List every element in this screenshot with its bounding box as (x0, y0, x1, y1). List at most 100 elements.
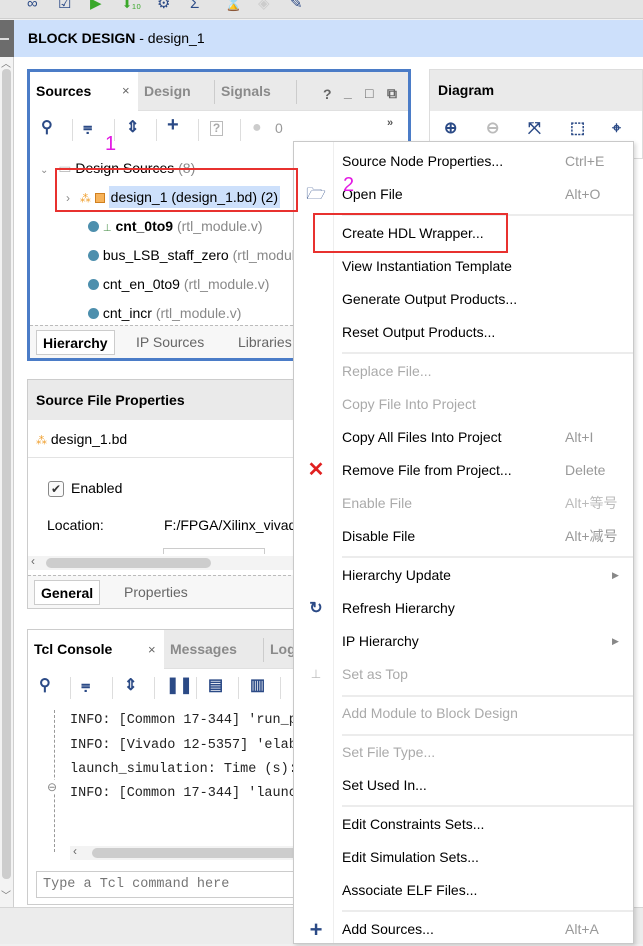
add-icon[interactable]: + (167, 115, 179, 135)
search-icon[interactable]: ⚲ (41, 119, 53, 137)
scroll-left-icon[interactable]: ‹ (31, 554, 35, 568)
tab-label: Log (270, 641, 296, 657)
vertical-scrollbar[interactable]: ︿ ﹀ (0, 57, 14, 907)
zoom-in-icon[interactable]: ⊕ (444, 120, 457, 138)
search-icon[interactable]: ⚲ (39, 677, 51, 695)
help-doc-icon[interactable]: ? (210, 121, 223, 136)
menu-item-copy-all-files[interactable]: Copy All Files Into Project Alt+I (294, 421, 633, 454)
close-icon[interactable]: × (122, 72, 130, 110)
menu-item-edit-simulation-sets[interactable]: Edit Simulation Sets... (294, 841, 633, 874)
menu-label: Set File Type... (342, 744, 436, 760)
menu-label: Replace File... (342, 363, 432, 379)
tab-libraries[interactable]: Libraries (232, 330, 298, 355)
tab-hierarchy[interactable]: Hierarchy (36, 330, 115, 355)
properties-bottom-tabs: General Properties (28, 575, 316, 608)
checklist-icon[interactable]: ☑ (58, 0, 71, 12)
menu-item-add-sources[interactable]: + Add Sources... Alt+A (294, 913, 633, 946)
menu-item-set-used-in[interactable]: Set Used In... (294, 769, 633, 802)
close-icon[interactable]: × (148, 631, 156, 669)
main-toolbar: ∞ ☑ ▶ ⬇₁₀ ⚙ Σ ⌛ ◈ ✎ (0, 0, 643, 19)
tab-label: Messages (170, 641, 237, 657)
menu-item-reset-output-products[interactable]: Reset Output Products... (294, 316, 633, 349)
tcl-command-input[interactable] (36, 871, 326, 898)
disabled-icon: ⌛ (224, 0, 243, 12)
tab-signals[interactable]: Signals (215, 72, 295, 111)
help-icon[interactable]: ? (323, 86, 332, 102)
menu-label: Copy File Into Project (342, 396, 476, 412)
maximize-icon[interactable]: □ (365, 85, 373, 101)
menu-shortcut: Ctrl+E (565, 153, 605, 169)
tab-sources[interactable]: Sources × (30, 72, 138, 111)
menu-item-hierarchy-update[interactable]: Hierarchy Update ▶ (294, 559, 633, 592)
tab-messages[interactable]: Messages (164, 630, 262, 669)
tree-item-cnt-0to9[interactable]: ⊥ cnt_0to9 (rtl_module.v) (88, 212, 263, 240)
scroll-down-icon[interactable]: ﹀ (1, 887, 11, 902)
menu-item-ip-hierarchy[interactable]: IP Hierarchy ▶ (294, 625, 633, 658)
crosshair-icon[interactable]: ⌖ (612, 120, 621, 138)
tree-item-name: cnt_incr (102, 305, 152, 321)
menu-label: Add Module to Block Design (342, 705, 518, 721)
overflow-icon[interactable]: » (387, 114, 393, 132)
menu-label: Generate Output Products... (342, 291, 518, 307)
tab-general[interactable]: General (34, 580, 101, 605)
menu-label: Set as Top (342, 666, 408, 682)
module-dot-icon (88, 221, 99, 232)
step-icon[interactable]: ⬇₁₀ (122, 0, 141, 12)
copy-icon[interactable]: ▤ (208, 677, 223, 695)
menu-item-edit-constraints-sets[interactable]: Edit Constraints Sets... (294, 808, 633, 841)
expand-chevron-icon[interactable]: ⌄ (40, 165, 48, 176)
tree-item-cnt-incr[interactable]: cnt_incr (rtl_module.v) (88, 299, 241, 327)
menu-shortcut: Alt+减号 (565, 528, 618, 544)
sigma-icon[interactable]: Σ (190, 0, 199, 12)
float-icon[interactable]: ⧉ (387, 85, 397, 102)
console-line: INFO: [Common 17-344] 'launc (70, 786, 297, 801)
expand-all-icon[interactable]: ⇕ (126, 119, 139, 137)
submenu-arrow-icon: ▶ (612, 570, 619, 580)
horizontal-scrollbar[interactable]: ‹ (28, 554, 316, 570)
collapse-all-icon[interactable]: ⩦ (83, 119, 92, 137)
panel-title: Source File Properties (28, 380, 316, 420)
fit-view-icon[interactable]: ⤧ (528, 120, 541, 138)
binoculars-icon[interactable]: ∞ (27, 0, 38, 12)
left-strip-collapse[interactable] (0, 20, 14, 57)
menu-item-associate-elf-files[interactable]: Associate ELF Files... (294, 874, 633, 907)
module-dot-icon (88, 308, 99, 319)
tab-ip-sources[interactable]: IP Sources (130, 330, 210, 355)
menu-label: Hierarchy Update (342, 567, 451, 583)
collapse-all-icon[interactable]: ⩦ (81, 677, 90, 695)
minimize-icon[interactable]: _ (344, 84, 352, 100)
tab-properties[interactable]: Properties (118, 580, 194, 605)
tools-icon[interactable]: ✎ (290, 0, 303, 12)
columns-icon[interactable]: ▥ (250, 677, 265, 695)
submenu-arrow-icon: ▶ (612, 636, 619, 646)
plus-icon: + (309, 917, 323, 942)
menu-item-remove-file[interactable]: ✕ Remove File from Project... Delete (294, 454, 633, 487)
expand-all-icon[interactable]: ⇕ (124, 677, 137, 695)
scroll-thumb[interactable] (2, 69, 11, 879)
scroll-left-icon[interactable]: ‹ (73, 844, 77, 858)
tab-tcl-console[interactable]: Tcl Console × (28, 630, 164, 669)
scroll-thumb[interactable] (92, 848, 322, 858)
scroll-up-icon[interactable]: ︿ (1, 55, 11, 70)
horizontal-scrollbar[interactable]: ‹ (70, 844, 322, 860)
annotation-box-create-hdl-wrapper (313, 213, 508, 253)
menu-item-disable-file[interactable]: Disable File Alt+减号 (294, 520, 633, 553)
zoom-selection-icon[interactable]: ⬚ (570, 120, 585, 138)
menu-item-generate-output-products[interactable]: Generate Output Products... (294, 283, 633, 316)
fold-icon[interactable]: ⊖ (47, 780, 58, 794)
enabled-checkbox[interactable]: ✔ (48, 481, 64, 497)
gear-icon[interactable]: ⚙ (157, 0, 170, 12)
file-name: design_1.bd (50, 431, 128, 447)
hierarchy-icon: ⊥ (310, 667, 322, 681)
disabled-tag-icon: ◈ (258, 0, 270, 12)
tab-design[interactable]: Design (138, 72, 213, 111)
scroll-thumb[interactable] (46, 558, 211, 568)
tree-item-cnt-en-0to9[interactable]: cnt_en_0to9 (rtl_module.v) (88, 270, 269, 298)
pause-icon[interactable]: ❚❚ (166, 677, 193, 695)
tree-item-bus-lsb[interactable]: bus_LSB_staff_zero (rtl_module.v) (88, 241, 318, 269)
menu-shortcut: Alt+A (565, 921, 599, 937)
menu-item-refresh-hierarchy[interactable]: ↻ Refresh Hierarchy (294, 592, 633, 625)
run-icon[interactable]: ▶ (90, 0, 102, 12)
menu-item-add-module-to-bd: Add Module to Block Design (294, 697, 633, 730)
menu-item-view-instantiation-template[interactable]: View Instantiation Template (294, 250, 633, 283)
